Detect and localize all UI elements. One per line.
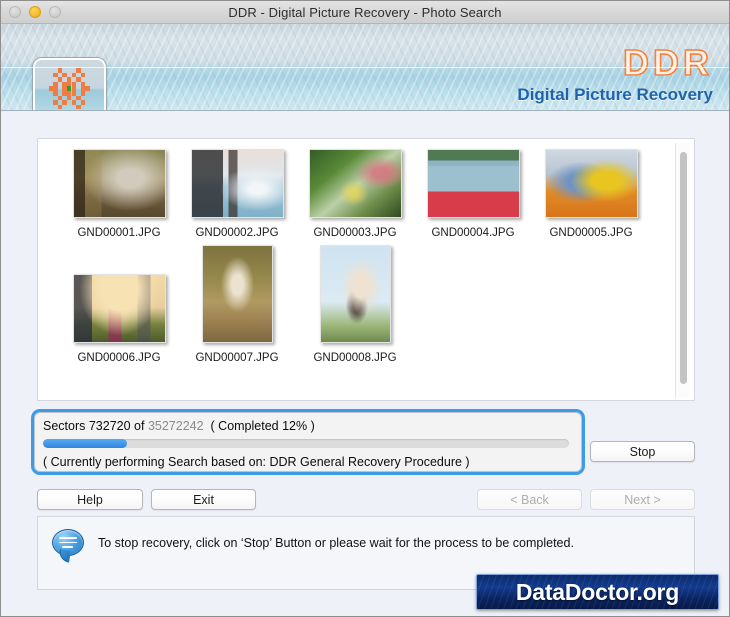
close-button[interactable] (9, 6, 21, 18)
photo-list-scrollbar[interactable] (675, 143, 690, 398)
window-titlebar: DDR - Digital Picture Recovery - Photo S… (1, 1, 729, 24)
photo-thumbnail-item[interactable]: GND00008.JPG (296, 245, 414, 364)
photo-thumbnail-filename: GND00002.JPG (195, 227, 279, 239)
photo-thumbnail-filename: GND00005.JPG (549, 227, 633, 239)
photo-thumbnail-item[interactable]: GND00004.JPG (414, 149, 532, 239)
photo-row: GND00001.JPG GND00002.JPG GND00003.JPG GND0… (60, 149, 673, 239)
photo-thumbnail-image[interactable] (201, 245, 273, 343)
photo-thumbnail-filename: GND00006.JPG (77, 352, 161, 364)
exit-button[interactable]: Exit (151, 489, 256, 510)
back-button: < Back (477, 489, 582, 510)
datadoctor-watermark: DataDoctor.org (476, 574, 719, 610)
main-content: GND00001.JPG GND00002.JPG GND00003.JPG GND0… (1, 111, 729, 616)
scrollbar-thumb[interactable] (680, 152, 687, 384)
sectors-total: 35272242 (147, 419, 204, 433)
photo-thumbnail-image[interactable] (319, 245, 391, 343)
brand-subtitle: Digital Picture Recovery (517, 85, 713, 104)
photo-thumbnail-image[interactable] (72, 274, 166, 343)
photo-thumbnail-item[interactable]: GND00005.JPG (532, 149, 650, 239)
app-logo (33, 58, 106, 110)
window-title: DDR - Digital Picture Recovery - Photo S… (228, 4, 502, 20)
photo-thumbnail-image[interactable] (544, 149, 638, 218)
progress-panel: Sectors 732720 of 35272242 ( Completed 1… (34, 412, 582, 472)
photo-thumbnail-image[interactable] (190, 149, 284, 218)
photo-thumbnail-item[interactable]: GND00006.JPG (60, 274, 178, 364)
next-button: Next > (590, 489, 695, 510)
speech-bubble-icon (52, 529, 84, 556)
photo-thumbnail-filename: GND00001.JPG (77, 227, 161, 239)
photo-thumbnail-filename: GND00008.JPG (313, 352, 397, 364)
photo-row: GND00006.JPG GND00007.JPG GND00008.JPG (60, 245, 673, 364)
watermark-text: DataDoctor.org (515, 578, 680, 605)
progress-bar (43, 439, 569, 448)
photo-thumbnail-image[interactable] (72, 149, 166, 218)
photo-thumbnail-item[interactable]: GND00001.JPG (60, 149, 178, 239)
brand-block: DDR Digital Picture Recovery (517, 42, 713, 106)
recovery-status-text: ( Currently performing Search based on: … (43, 455, 470, 469)
help-button[interactable]: Help (37, 489, 143, 510)
stop-button[interactable]: Stop (590, 441, 695, 462)
photo-thumbnail-item[interactable]: GND00003.JPG (296, 149, 414, 239)
photo-thumbnail-image[interactable] (308, 149, 402, 218)
ddr-flower-logo-icon (48, 68, 91, 110)
photo-thumbnail-filename: GND00003.JPG (313, 227, 397, 239)
photo-results-panel: GND00001.JPG GND00002.JPG GND00003.JPG GND0… (37, 138, 695, 401)
app-header-banner: DDR Digital Picture Recovery (1, 24, 729, 111)
photo-thumbnail-filename: GND00004.JPG (431, 227, 515, 239)
progress-bar-fill (43, 439, 128, 448)
app-window: DDR - Digital Picture Recovery - Photo S… (0, 0, 730, 617)
photo-thumbnail-filename: GND00007.JPG (195, 352, 279, 364)
window-controls (9, 1, 61, 23)
minimize-button[interactable] (29, 6, 41, 18)
info-note-text: To stop recovery, click on ‘Stop’ Button… (98, 535, 574, 550)
zoom-button[interactable] (49, 6, 61, 18)
photo-grid[interactable]: GND00001.JPG GND00002.JPG GND00003.JPG GND0… (38, 139, 673, 400)
sectors-status: Sectors 732720 of 35272242 ( Completed 1… (43, 418, 573, 434)
photo-thumbnail-image[interactable] (426, 149, 520, 218)
sectors-prefix: Sectors 732720 of (43, 419, 145, 433)
photo-thumbnail-item[interactable]: GND00002.JPG (178, 149, 296, 239)
photo-thumbnail-item[interactable]: GND00007.JPG (178, 245, 296, 364)
completed-percent-label: ( Completed 12% ) (210, 419, 315, 433)
brand-title: DDR (622, 42, 713, 83)
